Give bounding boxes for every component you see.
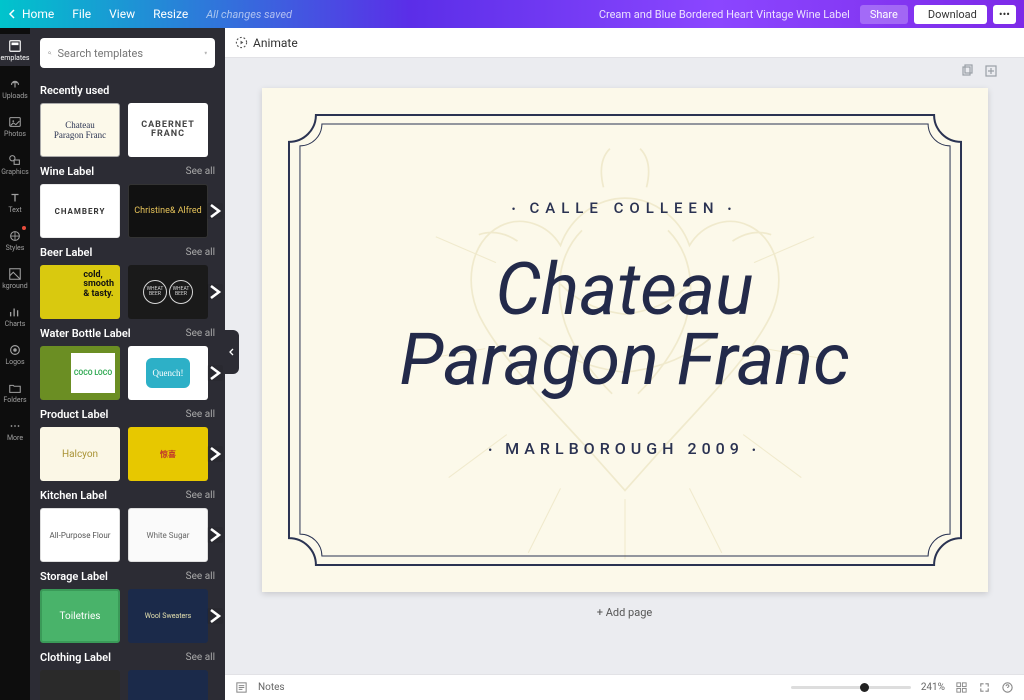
template-thumb[interactable]: Christine& Alfred	[128, 184, 208, 238]
see-all-link[interactable]: See all	[186, 409, 215, 420]
row-next-button[interactable]	[207, 203, 223, 219]
see-all-link[interactable]: See all	[186, 247, 215, 258]
notification-dot-icon	[22, 226, 26, 230]
row-next-button[interactable]	[207, 446, 223, 462]
rail-templates[interactable]: emplates	[0, 34, 30, 66]
templates-panel: Recently used ChateauParagon Franc CABER…	[30, 28, 225, 700]
section-title: Product Label	[40, 408, 108, 421]
notes-label[interactable]: Notes	[258, 682, 285, 693]
add-page-icon[interactable]	[984, 64, 998, 78]
rail-graphics[interactable]: Graphics	[0, 148, 30, 180]
more-button[interactable]: •••	[993, 5, 1016, 24]
chevron-left-icon	[228, 348, 236, 356]
home-label: Home	[22, 7, 54, 21]
duplicate-page-icon[interactable]	[960, 64, 974, 78]
template-thumb[interactable]: All-Purpose Flour	[40, 508, 120, 562]
see-all-link[interactable]: See all	[186, 571, 215, 582]
zoom-slider[interactable]	[791, 686, 911, 689]
label-top-text[interactable]: •CALLE COLLEEN•	[504, 199, 746, 218]
animate-icon	[235, 36, 248, 49]
zoom-knob[interactable]	[860, 683, 869, 692]
template-thumb[interactable]: CABERNETFRANC	[128, 103, 208, 157]
fullscreen-icon[interactable]	[978, 681, 991, 694]
section-title: Water Bottle Label	[40, 327, 131, 340]
animate-button[interactable]: Animate	[235, 36, 298, 50]
row-next-button[interactable]	[207, 284, 223, 300]
section-title: Wine Label	[40, 165, 94, 178]
page-tools	[960, 64, 998, 78]
rail-folders[interactable]: Folders	[0, 376, 30, 408]
filter-icon[interactable]	[204, 47, 208, 59]
template-thumb[interactable]: ChateauParagon Franc	[40, 103, 120, 157]
section-title: Beer Label	[40, 246, 92, 259]
template-thumb[interactable]: Quench!	[128, 346, 208, 400]
rail-background[interactable]: kground	[0, 262, 30, 294]
canvas-page[interactable]: •CALLE COLLEEN• Chateau Paragon Franc •M…	[262, 88, 988, 592]
help-icon[interactable]	[1001, 681, 1014, 694]
template-thumb[interactable]: cold,smooth& tasty.	[40, 265, 120, 319]
share-button[interactable]: Share	[860, 5, 908, 24]
section-title: Storage Label	[40, 570, 108, 583]
row-next-button[interactable]	[207, 365, 223, 381]
chevron-left-icon	[8, 9, 18, 19]
tool-rail: emplates Uploads Photos Graphics Text St…	[0, 28, 30, 700]
rail-styles[interactable]: Styles	[0, 224, 30, 256]
template-thumb[interactable]: Toiletries	[40, 589, 120, 643]
top-bar: Home File View Resize All changes saved …	[0, 0, 1024, 28]
search-icon	[48, 47, 52, 59]
canvas-toolbar: Animate	[225, 28, 1024, 58]
view-menu[interactable]: View	[109, 7, 135, 21]
template-thumb[interactable]: COCO LOCO	[40, 346, 120, 400]
file-menu[interactable]: File	[72, 7, 91, 21]
animate-label: Animate	[253, 36, 298, 50]
rail-uploads[interactable]: Uploads	[0, 72, 30, 104]
save-status: All changes saved	[206, 8, 292, 21]
row-next-button[interactable]	[207, 527, 223, 543]
section-title: Clothing Label	[40, 651, 111, 664]
status-bar: Notes 241%	[225, 674, 1024, 700]
template-thumb[interactable]: WHEAT BEERWHEAT BEER	[128, 265, 208, 319]
download-button[interactable]: Download	[914, 5, 987, 24]
stage[interactable]: •CALLE COLLEEN• Chateau Paragon Franc •M…	[225, 58, 1024, 674]
row-next-button[interactable]	[207, 608, 223, 624]
template-thumb[interactable]: White Sugar	[128, 508, 208, 562]
add-page-button[interactable]: + Add page	[225, 606, 1024, 619]
template-thumb[interactable]: CHAMBERY	[40, 184, 120, 238]
see-all-link[interactable]: See all	[186, 652, 215, 663]
document-title[interactable]: Cream and Blue Bordered Heart Vintage Wi…	[599, 8, 850, 21]
see-all-link[interactable]: See all	[186, 490, 215, 501]
label-content[interactable]: •CALLE COLLEEN• Chateau Paragon Franc •M…	[262, 88, 988, 592]
template-thumb[interactable]	[128, 670, 208, 700]
resize-menu[interactable]: Resize	[153, 7, 188, 21]
label-main-text[interactable]: Chateau Paragon Franc	[399, 252, 849, 397]
rail-text[interactable]: Text	[0, 186, 30, 218]
zoom-level: 241%	[921, 682, 945, 693]
see-all-link[interactable]: See all	[186, 328, 215, 339]
canvas-area: Animate	[225, 28, 1024, 700]
template-thumb[interactable]: Wool Sweaters	[128, 589, 208, 643]
home-button[interactable]: Home	[8, 7, 54, 21]
rail-more[interactable]: More	[0, 414, 30, 446]
template-thumb[interactable]	[40, 670, 120, 700]
search-input[interactable]	[58, 47, 198, 60]
notes-icon[interactable]	[235, 681, 248, 694]
section-title: Recently used	[40, 84, 109, 97]
search-box[interactable]	[40, 38, 215, 68]
template-thumb[interactable]: 惊喜	[128, 427, 208, 481]
rail-logos[interactable]: Logos	[0, 338, 30, 370]
section-title: Kitchen Label	[40, 489, 107, 502]
rail-photos[interactable]: Photos	[0, 110, 30, 142]
download-label: Download	[928, 8, 977, 21]
label-bottom-text[interactable]: •MARLBOROUGH 2009•	[480, 439, 768, 459]
template-thumb[interactable]: Halcyon	[40, 427, 120, 481]
grid-view-icon[interactable]	[955, 681, 968, 694]
see-all-link[interactable]: See all	[186, 166, 215, 177]
rail-charts[interactable]: Charts	[0, 300, 30, 332]
collapse-panel-button[interactable]	[225, 330, 239, 374]
